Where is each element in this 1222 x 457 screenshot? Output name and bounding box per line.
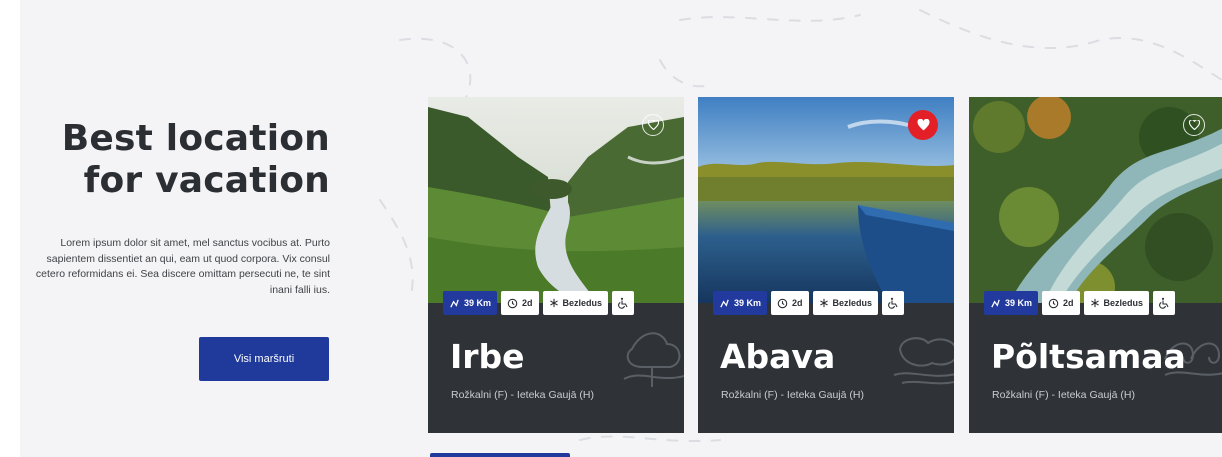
route-tags: 39 Km 2d Bezledus [984, 291, 1176, 315]
card-route: Rožkalni (F) - Ieteka Gaujā (H) [721, 389, 864, 401]
all-routes-button[interactable]: Visi maršruti [199, 337, 329, 381]
clock-icon [507, 298, 518, 308]
card-title: Irbe [450, 337, 525, 376]
page-title: Best location for vacation [0, 118, 330, 202]
intro-description: Lorem ipsum dolor sit amet, mel sanctus … [35, 237, 330, 296]
distance-value: 39 Km [464, 298, 492, 308]
favorite-button[interactable] [908, 110, 938, 140]
duration-value: 2d [792, 298, 803, 308]
favorite-button[interactable] [642, 114, 664, 136]
wheelchair-icon [1159, 297, 1169, 309]
card-route: Rožkalni (F) - Ieteka Gaujā (H) [451, 389, 594, 401]
wheelchair-icon [888, 297, 898, 309]
tree-line-icon [623, 332, 684, 387]
snowflake-icon [1090, 298, 1099, 308]
heart-outline-icon [647, 120, 659, 130]
title-line-1: Best location [61, 118, 330, 159]
distance-tag: 39 Km [984, 291, 1039, 315]
distance-value: 39 Km [734, 298, 762, 308]
duration-tag: 2d [501, 291, 539, 315]
season-tag: Bezledus [542, 291, 609, 315]
card-title: Abava [720, 337, 836, 376]
route-card-poltsamaa[interactable]: 39 Km 2d Bezledus Põltsamaa Rožkalni (F)… [969, 97, 1222, 433]
lake-line-icon [893, 337, 954, 385]
clock-icon [777, 298, 788, 308]
route-card-abava[interactable]: 39 Km 2d Bezledus Abava Rožkalni (F) - I… [698, 97, 954, 433]
heart-outline-icon [1188, 120, 1200, 130]
route-tags: 39 Km 2d Bezledus [443, 291, 635, 315]
accessibility-tag [612, 291, 635, 315]
snowflake-icon [549, 298, 558, 308]
duration-tag: 2d [771, 291, 809, 315]
duration-value: 2d [1063, 298, 1074, 308]
title-line-2: for vacation [83, 160, 330, 201]
accessibility-tag [882, 291, 905, 315]
intro-section: Best location for vacation Lorem ipsum d… [0, 0, 330, 457]
route-card-irbe[interactable]: 39 Km 2d Bezledus Irbe Rožkalni (F) - Ie… [428, 97, 684, 433]
season-tag: Bezledus [1083, 291, 1150, 315]
season-value: Bezledus [832, 298, 873, 308]
card-route: Rožkalni (F) - Ieteka Gaujā (H) [992, 389, 1135, 401]
season-tag: Bezledus [812, 291, 879, 315]
route-tags: 39 Km 2d Bezledus [713, 291, 905, 315]
heart-filled-icon [917, 119, 929, 131]
snowflake-icon [819, 298, 828, 308]
route-icon [991, 299, 1000, 307]
clock-icon [1048, 298, 1059, 308]
wheelchair-icon [618, 297, 628, 309]
duration-value: 2d [522, 298, 533, 308]
route-icon [450, 299, 459, 307]
duration-tag: 2d [1042, 291, 1080, 315]
season-value: Bezledus [562, 298, 603, 308]
card-title: Põltsamaa [991, 337, 1186, 376]
accessibility-tag [1153, 291, 1176, 315]
route-icon [720, 299, 729, 307]
season-value: Bezledus [1103, 298, 1144, 308]
distance-value: 39 Km [1005, 298, 1033, 308]
distance-tag: 39 Km [443, 291, 498, 315]
distance-tag: 39 Km [713, 291, 768, 315]
slider-progress-bar [430, 453, 570, 457]
favorite-button[interactable] [1183, 114, 1205, 136]
